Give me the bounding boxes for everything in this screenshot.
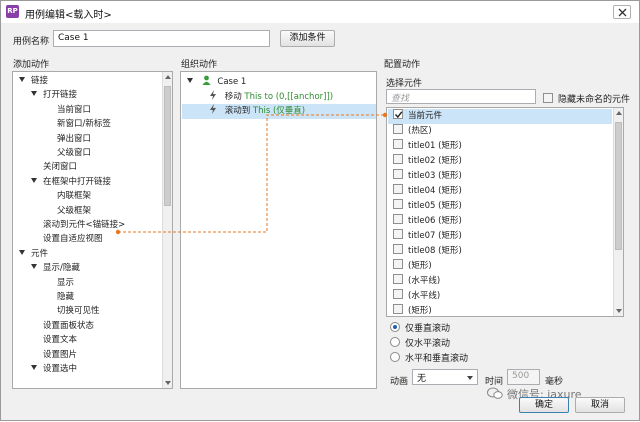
drag-connector-arrow: [115, 112, 388, 235]
case-editor-dialog: RP 用例编辑<载入时> 用例名称 Case 1 添加条件 添加动作 组织动作 …: [0, 0, 640, 421]
